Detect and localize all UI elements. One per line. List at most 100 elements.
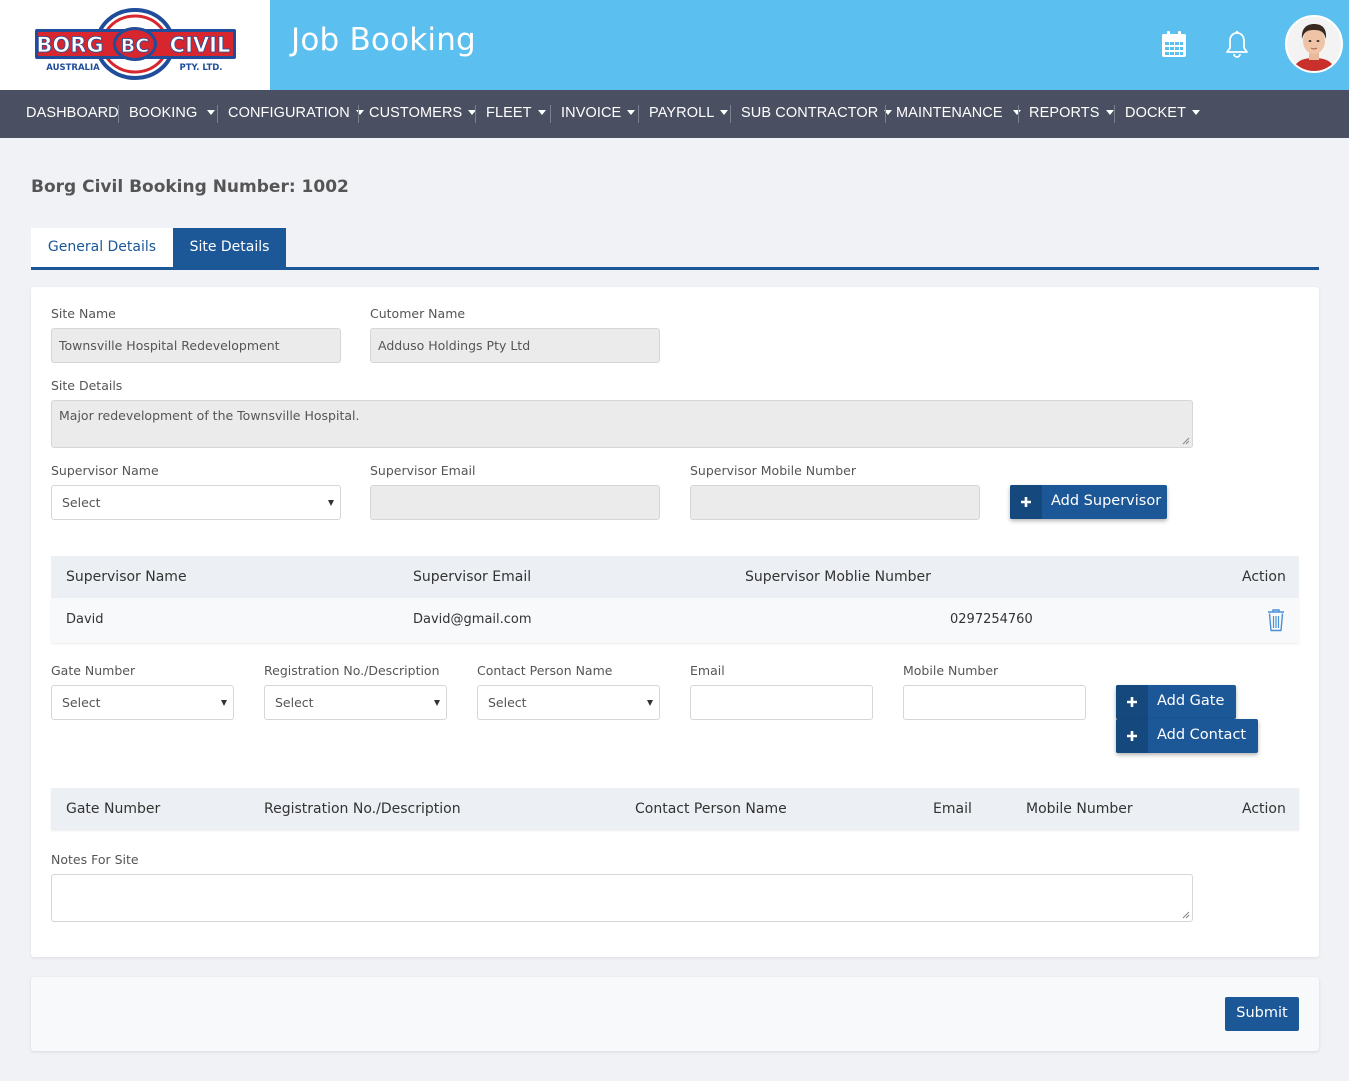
borg-civil-logo: BORG BC CIVIL AUSTRALIA PTY. LTD. bbox=[35, 8, 236, 80]
nav-label: PAYROLL bbox=[649, 105, 715, 121]
plus-icon-box bbox=[1116, 685, 1148, 719]
registration-select[interactable]: Select bbox=[264, 685, 447, 720]
col-mobile-number: Mobile Number bbox=[1026, 801, 1133, 817]
add-gate-button[interactable]: Add Gate bbox=[1116, 685, 1236, 719]
plus-icon bbox=[1021, 497, 1031, 507]
col-action: Action bbox=[1242, 801, 1286, 817]
site-details-textarea[interactable]: Major redevelopment of the Townsville Ho… bbox=[51, 400, 1193, 448]
nav-divider bbox=[475, 105, 476, 123]
svg-text:BORG: BORG bbox=[36, 33, 103, 57]
nav-customers[interactable]: CUSTOMERS bbox=[369, 90, 477, 138]
caret-down-icon bbox=[537, 109, 546, 115]
caret-down-icon bbox=[434, 700, 440, 706]
caret-down-icon bbox=[1012, 109, 1021, 115]
nav-booking[interactable]: BOOKING bbox=[129, 90, 216, 138]
col-action: Action bbox=[1242, 569, 1286, 585]
site-details-text: Major redevelopment of the Townsville Ho… bbox=[59, 408, 360, 423]
nav-label: INVOICE bbox=[561, 105, 622, 121]
main-nav: DASHBOARD BOOKING CONFIGURATION CUSTOMER… bbox=[0, 90, 1349, 138]
nav-divider bbox=[1018, 105, 1019, 123]
user-avatar[interactable] bbox=[1285, 15, 1343, 73]
nav-divider bbox=[217, 105, 218, 123]
plus-icon-box bbox=[1116, 719, 1148, 753]
nav-label: FLEET bbox=[486, 105, 532, 121]
col-registration: Registration No./Description bbox=[264, 801, 461, 817]
customer-name-input[interactable]: Adduso Holdings Pty Ltd bbox=[370, 328, 660, 363]
nav-label: DOCKET bbox=[1125, 105, 1187, 121]
site-name-label: Site Name bbox=[51, 306, 116, 321]
resize-grip-icon[interactable] bbox=[1182, 437, 1190, 445]
notes-textarea[interactable] bbox=[51, 874, 1193, 922]
supervisor-mobile-input[interactable] bbox=[690, 485, 980, 520]
app-title: Job Booking bbox=[291, 22, 476, 58]
nav-divider bbox=[118, 105, 119, 123]
supervisor-name-label: Supervisor Name bbox=[51, 463, 159, 478]
submit-button[interactable]: Submit bbox=[1225, 997, 1299, 1031]
cell-supervisor-name: David bbox=[66, 612, 104, 627]
nav-payroll[interactable]: PAYROLL bbox=[649, 90, 729, 138]
nav-sub-contractor[interactable]: SUB CONTRACTOR bbox=[741, 90, 893, 138]
nav-label: CONFIGURATION bbox=[228, 105, 350, 121]
tab-site-details[interactable]: Site Details bbox=[173, 228, 286, 267]
add-supervisor-button[interactable]: Add Supervisor bbox=[1010, 485, 1167, 519]
nav-label: SUB CONTRACTOR bbox=[741, 105, 879, 121]
user-portrait-icon bbox=[1287, 17, 1341, 71]
add-supervisor-label: Add Supervisor bbox=[1051, 493, 1162, 509]
nav-divider bbox=[550, 105, 551, 123]
add-gate-label: Add Gate bbox=[1157, 693, 1225, 709]
svg-text:CIVIL: CIVIL bbox=[170, 33, 231, 57]
plus-icon bbox=[1127, 697, 1137, 707]
page-title: Borg Civil Booking Number: 1002 bbox=[31, 177, 349, 197]
caret-down-icon bbox=[1105, 109, 1114, 115]
gate-number-value: Select bbox=[62, 695, 101, 710]
svg-text:AUSTRALIA: AUSTRALIA bbox=[46, 63, 100, 73]
cell-supervisor-mobile: 0297254760 bbox=[950, 612, 1033, 627]
nav-label: MAINTENANCE bbox=[896, 105, 1003, 121]
col-gate-number: Gate Number bbox=[66, 801, 161, 817]
nav-dashboard[interactable]: DASHBOARD bbox=[26, 90, 119, 138]
caret-down-icon bbox=[328, 500, 334, 506]
nav-configuration[interactable]: CONFIGURATION bbox=[228, 90, 364, 138]
nav-label: REPORTS bbox=[1029, 105, 1100, 121]
nav-divider bbox=[885, 105, 886, 123]
add-contact-label: Add Contact bbox=[1157, 727, 1247, 743]
caret-down-icon bbox=[207, 109, 216, 115]
supervisor-mobile-label: Supervisor Mobile Number bbox=[690, 463, 856, 478]
calendar-icon[interactable] bbox=[1161, 30, 1187, 58]
nav-reports[interactable]: REPORTS bbox=[1029, 90, 1114, 138]
email-input[interactable] bbox=[690, 685, 873, 720]
nav-label: DASHBOARD bbox=[26, 105, 119, 121]
nav-fleet[interactable]: FLEET bbox=[486, 90, 546, 138]
plus-icon-box bbox=[1010, 485, 1042, 519]
nav-divider bbox=[358, 105, 359, 123]
site-details-card: Site Name Townsville Hospital Redevelopm… bbox=[31, 287, 1319, 957]
resize-grip-icon[interactable] bbox=[1182, 911, 1190, 919]
supervisor-table: Supervisor Name Supervisor Email Supervi… bbox=[51, 556, 1299, 643]
nav-divider bbox=[1114, 105, 1115, 123]
logo-container[interactable]: BORG BC CIVIL AUSTRALIA PTY. LTD. bbox=[0, 0, 270, 90]
table-row: David David@gmail.com 0297254760 bbox=[51, 598, 1299, 643]
customer-name-label: Cutomer Name bbox=[370, 306, 466, 321]
cell-supervisor-email: David@gmail.com bbox=[413, 612, 532, 627]
form-footer: Submit bbox=[31, 977, 1319, 1051]
nav-invoice[interactable]: INVOICE bbox=[561, 90, 636, 138]
nav-divider bbox=[638, 105, 639, 123]
nav-maintenance[interactable]: MAINTENANCE bbox=[896, 90, 1021, 138]
mobile-number-input[interactable] bbox=[903, 685, 1086, 720]
bell-icon[interactable] bbox=[1225, 30, 1249, 58]
trash-icon[interactable] bbox=[1266, 608, 1286, 632]
contact-person-select[interactable]: Select bbox=[477, 685, 660, 720]
nav-docket[interactable]: DOCKET bbox=[1125, 90, 1201, 138]
add-contact-button[interactable]: Add Contact bbox=[1116, 719, 1258, 753]
gate-number-select[interactable]: Select bbox=[51, 685, 234, 720]
supervisor-email-label: Supervisor Email bbox=[370, 463, 476, 478]
site-name-input[interactable]: Townsville Hospital Redevelopment bbox=[51, 328, 341, 363]
supervisor-email-input[interactable] bbox=[370, 485, 660, 520]
tab-general-details[interactable]: General Details bbox=[31, 228, 173, 267]
gate-number-label: Gate Number bbox=[51, 663, 136, 678]
caret-down-icon bbox=[1192, 109, 1201, 115]
table-header: Supervisor Name Supervisor Email Supervi… bbox=[51, 556, 1299, 598]
contact-person-label: Contact Person Name bbox=[477, 663, 613, 678]
registration-value: Select bbox=[275, 695, 314, 710]
supervisor-name-select[interactable]: Select bbox=[51, 485, 341, 520]
